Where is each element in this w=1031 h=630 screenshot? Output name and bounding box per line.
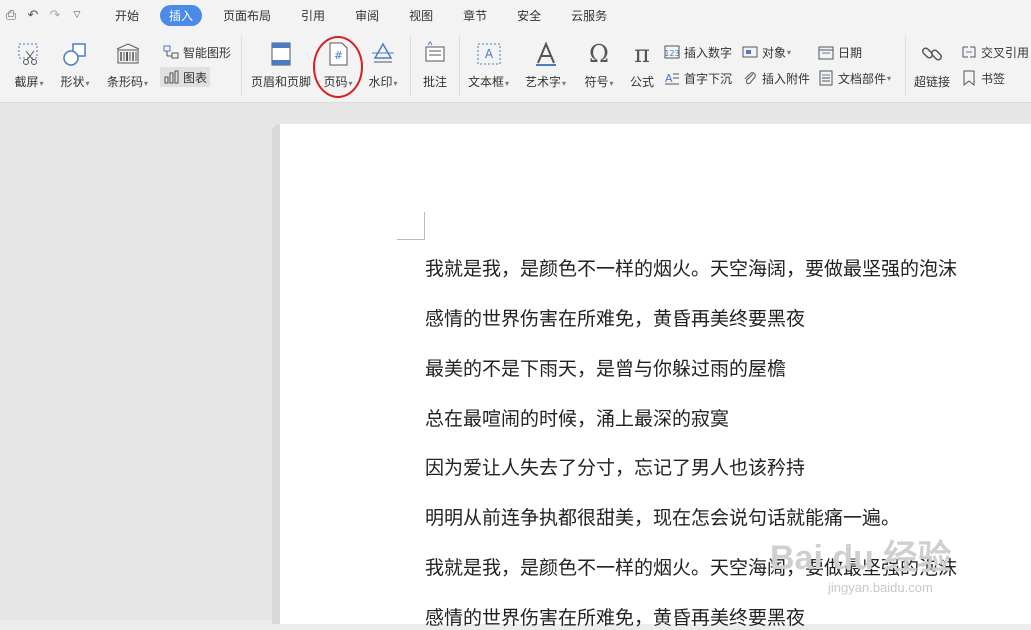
tab-cloud-service[interactable]: 云服务: [562, 5, 616, 26]
cross-reference-button[interactable]: 交叉引用: [961, 42, 1029, 62]
cross-reference-icon: [961, 44, 977, 60]
svg-text:A: A: [665, 72, 673, 85]
tab-section[interactable]: 章节: [454, 5, 496, 26]
screenshot-button[interactable]: 截屏▾: [14, 40, 44, 90]
omega-icon: Ω: [589, 40, 609, 68]
ribbon-separator: [905, 36, 906, 96]
paperclip-icon: [742, 70, 758, 86]
baidu-watermark: Bai du 经验: [770, 539, 952, 577]
tab-home[interactable]: 开始: [106, 5, 148, 26]
drop-cap-label: 首字下沉: [684, 71, 733, 86]
shape-label: 形状: [60, 75, 85, 89]
calendar-icon: [818, 44, 834, 60]
ribbon-insert: 截屏▾ 形状▾ 条形码▾ 智能图形 图表 页眉和页脚 # 页码▾ 水印▾ 批注 …: [0, 30, 1031, 103]
drop-cap-button[interactable]: A 首字下沉: [664, 68, 732, 88]
document-parts-label: 文档部件: [838, 71, 887, 86]
menu-bar: ⎙ ↶ ↷ ▽ 开始 插入 页面布局 引用 审阅 视图 章节 安全 云服务: [0, 0, 1031, 30]
tab-insert[interactable]: 插入: [160, 4, 203, 26]
link-icon: [917, 40, 947, 68]
hyperlink-button[interactable]: 超链接: [914, 40, 950, 90]
comment-label: 批注: [422, 75, 447, 89]
document-line[interactable]: 感情的世界伤害在所难免，黄昏再美终要黑夜: [425, 603, 805, 630]
redo-icon[interactable]: ↷: [44, 8, 66, 23]
bar-chart-icon: [163, 69, 179, 85]
header-footer-button[interactable]: 页眉和页脚: [251, 40, 311, 90]
pi-icon: π: [634, 40, 650, 68]
document-line[interactable]: 我就是我，是颜色不一样的烟火。天空海阔，要做最坚强的泡沫: [425, 254, 957, 281]
document-line[interactable]: 总在最喧闹的时候，涌上最深的寂寞: [425, 404, 729, 431]
customize-dropdown-icon[interactable]: ▽: [66, 10, 88, 20]
ribbon-separator: [410, 36, 411, 96]
shape-button[interactable]: 形状▾: [60, 40, 90, 90]
drop-cap-icon: A: [664, 70, 680, 86]
insert-number-button[interactable]: 123 插入数字: [664, 42, 732, 62]
baidu-watermark-url: jingyan.baidu.com: [828, 580, 933, 595]
margin-marker: [397, 212, 425, 240]
screenshot-label: 截屏: [14, 75, 39, 89]
ribbon-separator: [459, 36, 460, 96]
scissors-icon: [14, 40, 44, 68]
bookmark-button[interactable]: 书签: [961, 68, 1005, 88]
tab-security[interactable]: 安全: [508, 5, 550, 26]
svg-text:A: A: [484, 47, 493, 61]
header-footer-icon: [266, 40, 296, 68]
tab-review[interactable]: 审阅: [346, 5, 388, 26]
bookmark-icon: [961, 70, 977, 86]
formula-label: 公式: [629, 75, 654, 89]
comment-button[interactable]: 批注: [420, 40, 450, 90]
wordart-icon: [531, 40, 561, 68]
tab-page-layout[interactable]: 页面布局: [214, 5, 280, 26]
tab-view[interactable]: 视图: [400, 5, 442, 26]
chart-button[interactable]: 图表: [160, 67, 211, 87]
document-line[interactable]: 感情的世界伤害在所难免，黄昏再美终要黑夜: [425, 304, 805, 331]
wordart-button[interactable]: 艺术字▾: [525, 40, 566, 90]
undo-icon[interactable]: ↶: [22, 8, 44, 23]
svg-text:123: 123: [664, 49, 679, 58]
quick-access-toolbar: ⎙ ↶ ↷ ▽: [0, 8, 88, 23]
tab-references[interactable]: 引用: [292, 5, 334, 26]
document-line[interactable]: 因为爱让人失去了分寸，忘记了男人也该矜持: [425, 453, 805, 480]
shapes-icon: [60, 40, 90, 68]
symbol-label: 符号: [584, 75, 609, 89]
chart-label: 图表: [183, 70, 208, 85]
comment-icon: [420, 40, 450, 68]
insert-attachment-button[interactable]: 插入附件: [742, 68, 810, 88]
bookmark-label: 书签: [981, 71, 1006, 86]
ribbon-separator: [241, 36, 242, 96]
formula-button[interactable]: π 公式: [627, 40, 657, 90]
menu-tabs: 开始 插入 页面布局 引用 审阅 视图 章节 安全 云服务: [100, 4, 622, 26]
document-line[interactable]: 明明从前连争执都很甜美，现在怎会说句话就能痛一遍。: [425, 503, 900, 530]
highlight-circle: [313, 36, 363, 98]
object-label: 对象: [762, 45, 787, 60]
watermark-label: 水印: [368, 75, 393, 89]
textbox-button[interactable]: A 文本框▾: [468, 40, 509, 90]
barcode-icon: [113, 40, 143, 68]
document-parts-icon: [818, 70, 834, 86]
insert-attachment-label: 插入附件: [762, 71, 811, 86]
smart-graphic-icon: [163, 44, 179, 60]
hyperlink-label: 超链接: [914, 75, 951, 89]
number-icon: 123: [664, 44, 680, 60]
document-line[interactable]: 最美的不是下雨天，是曾与你躲过雨的屋檐: [425, 354, 786, 381]
barcode-label: 条形码: [107, 75, 144, 89]
object-button[interactable]: 对象 ▾: [742, 42, 791, 62]
cross-reference-label: 交叉引用: [981, 45, 1030, 60]
textbox-label: 文本框: [468, 75, 505, 89]
object-icon: [742, 44, 758, 60]
smart-graphic-button[interactable]: 智能图形: [163, 42, 231, 62]
date-button[interactable]: 日期: [818, 42, 862, 62]
print-preview-icon[interactable]: ⎙: [0, 8, 22, 23]
barcode-button[interactable]: 条形码▾: [107, 40, 148, 90]
textbox-icon: A: [474, 40, 504, 68]
watermark-icon: [368, 40, 398, 68]
insert-number-label: 插入数字: [684, 45, 733, 60]
wordart-label: 艺术字: [525, 75, 562, 89]
header-footer-label: 页眉和页脚: [251, 75, 312, 89]
smart-graphic-label: 智能图形: [183, 45, 232, 60]
watermark-button[interactable]: 水印▾: [368, 40, 398, 90]
date-label: 日期: [838, 45, 863, 60]
symbol-button[interactable]: Ω 符号▾: [584, 40, 614, 90]
document-parts-button[interactable]: 文档部件 ▾: [818, 68, 891, 88]
